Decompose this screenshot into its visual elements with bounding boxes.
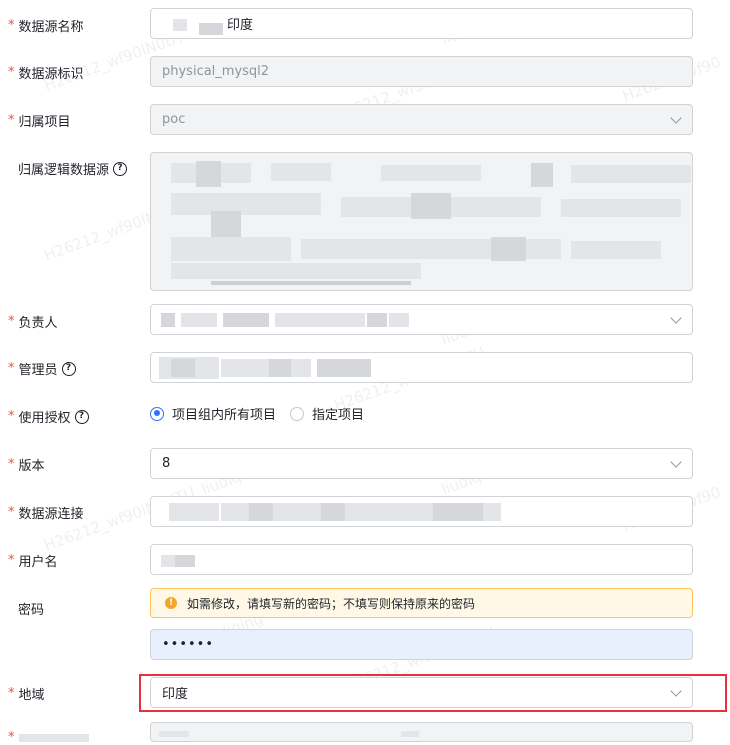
- name-input[interactable]: 印度: [150, 8, 693, 39]
- password-label: 密码: [18, 603, 45, 618]
- owner-select[interactable]: [150, 304, 693, 335]
- password-input[interactable]: ••••••: [150, 629, 693, 660]
- chevron-down-icon: [670, 456, 682, 468]
- username-input[interactable]: [150, 544, 693, 575]
- identifier-label: * 数据源标识: [8, 65, 84, 82]
- region-label: * 地域: [8, 686, 45, 703]
- next-row-label: *: [8, 730, 89, 745]
- version-label: * 版本: [8, 457, 45, 474]
- logical-source-textarea[interactable]: [150, 152, 693, 291]
- logical-source-label: 归属逻辑数据源 ?: [18, 159, 128, 178]
- authorization-label: * 使用授权 ?: [8, 407, 89, 426]
- project-label: * 归属项目: [8, 113, 71, 130]
- authorization-radio-group: 项目组内所有项目 指定项目: [150, 404, 364, 423]
- identifier-input[interactable]: physical_mysql2: [150, 56, 693, 87]
- connection-input[interactable]: [150, 496, 693, 527]
- region-select[interactable]: 印度: [150, 677, 693, 708]
- admin-label: * 管理员 ?: [8, 359, 76, 378]
- radio-specified-project[interactable]: [290, 406, 305, 421]
- admin-input[interactable]: [150, 352, 693, 383]
- owner-label: * 负责人: [8, 314, 58, 331]
- name-label: * 数据源名称: [8, 18, 84, 35]
- question-circle-icon[interactable]: ?: [113, 161, 128, 176]
- connection-label: * 数据源连接: [8, 505, 84, 522]
- radio-all-projects[interactable]: [150, 406, 164, 421]
- next-row-field[interactable]: [150, 722, 693, 742]
- username-label: * 用户名: [8, 553, 58, 570]
- question-circle-icon[interactable]: ?: [61, 361, 76, 376]
- version-select[interactable]: 8: [150, 448, 693, 479]
- question-circle-icon[interactable]: ?: [74, 409, 89, 424]
- chevron-down-icon: [670, 112, 682, 124]
- exclamation-circle-icon: !: [165, 597, 177, 609]
- chevron-down-icon: [670, 312, 682, 324]
- radio-all-projects-label[interactable]: 项目组内所有项目: [172, 404, 276, 423]
- project-select[interactable]: poc: [150, 104, 693, 135]
- radio-specified-project-label[interactable]: 指定项目: [312, 404, 364, 423]
- password-notice: ! 如需修改，请填写新的密码；不填写则保持原来的密码: [150, 588, 693, 618]
- chevron-down-icon: [670, 685, 682, 697]
